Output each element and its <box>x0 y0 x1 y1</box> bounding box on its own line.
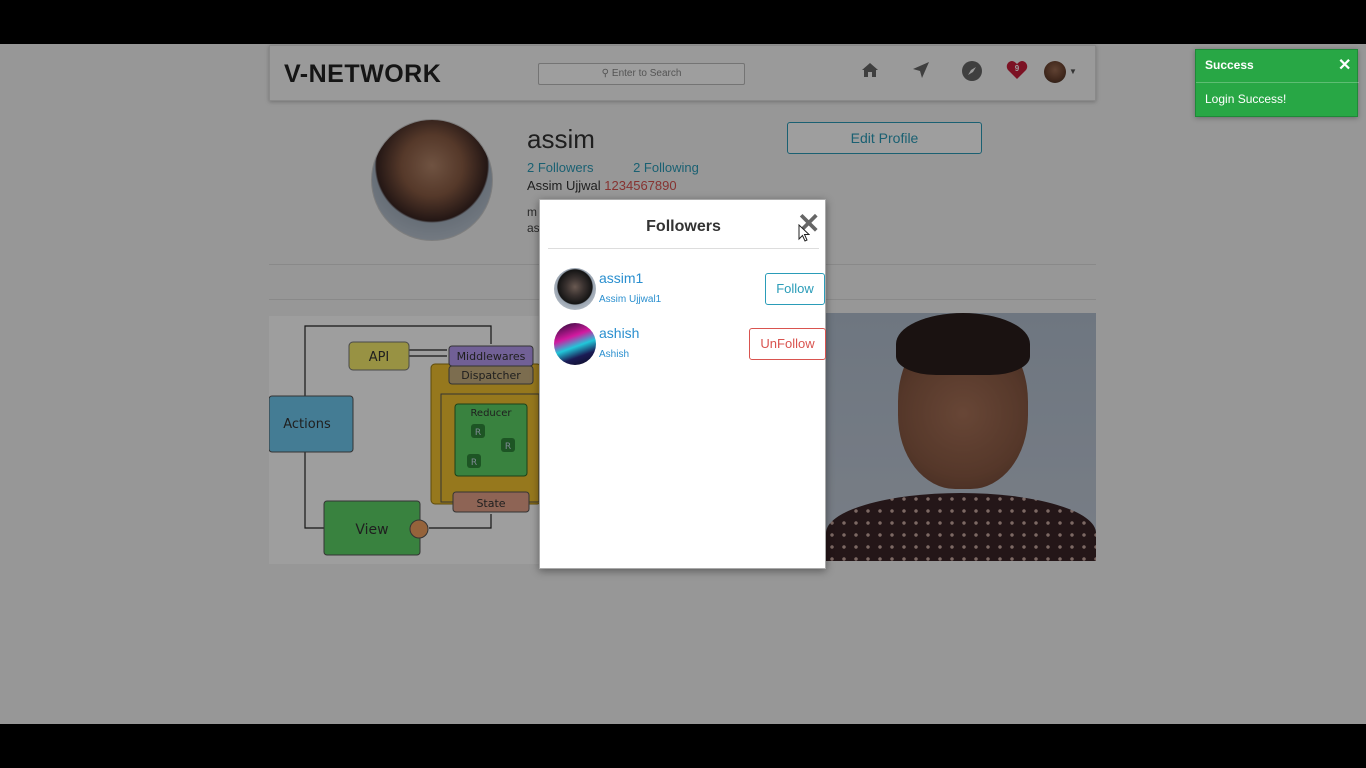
avatar[interactable] <box>554 323 596 365</box>
follower-username[interactable]: ashish <box>599 325 639 341</box>
success-toast: Success ✕ Login Success! <box>1195 49 1359 117</box>
unfollow-button[interactable]: UnFollow <box>749 328 826 360</box>
follower-username[interactable]: assim1 <box>599 270 643 286</box>
app-viewport: V-NETWORK ⚲ Enter to Search 9 ▼ assim 2 F… <box>0 44 1366 724</box>
follower-fullname: Ashish <box>599 349 630 360</box>
list-item: ashish Ashish UnFollow <box>554 323 826 367</box>
close-icon[interactable]: ✕ <box>1338 55 1351 75</box>
toast-title: Success <box>1205 58 1254 72</box>
follower-fullname: Assim Ujjwal1 <box>599 294 662 305</box>
followers-modal: Followers ✕ assim1 Assim Ujjwal1 Follow … <box>539 199 826 569</box>
toast-message: Login Success! <box>1205 92 1287 106</box>
toast-divider <box>1196 82 1359 83</box>
avatar[interactable] <box>554 268 596 310</box>
mouse-cursor-icon <box>798 223 811 247</box>
list-item: assim1 Assim Ujjwal1 Follow <box>554 268 825 312</box>
modal-title: Followers <box>646 218 721 235</box>
modal-divider <box>548 248 819 249</box>
follow-button[interactable]: Follow <box>765 273 825 305</box>
